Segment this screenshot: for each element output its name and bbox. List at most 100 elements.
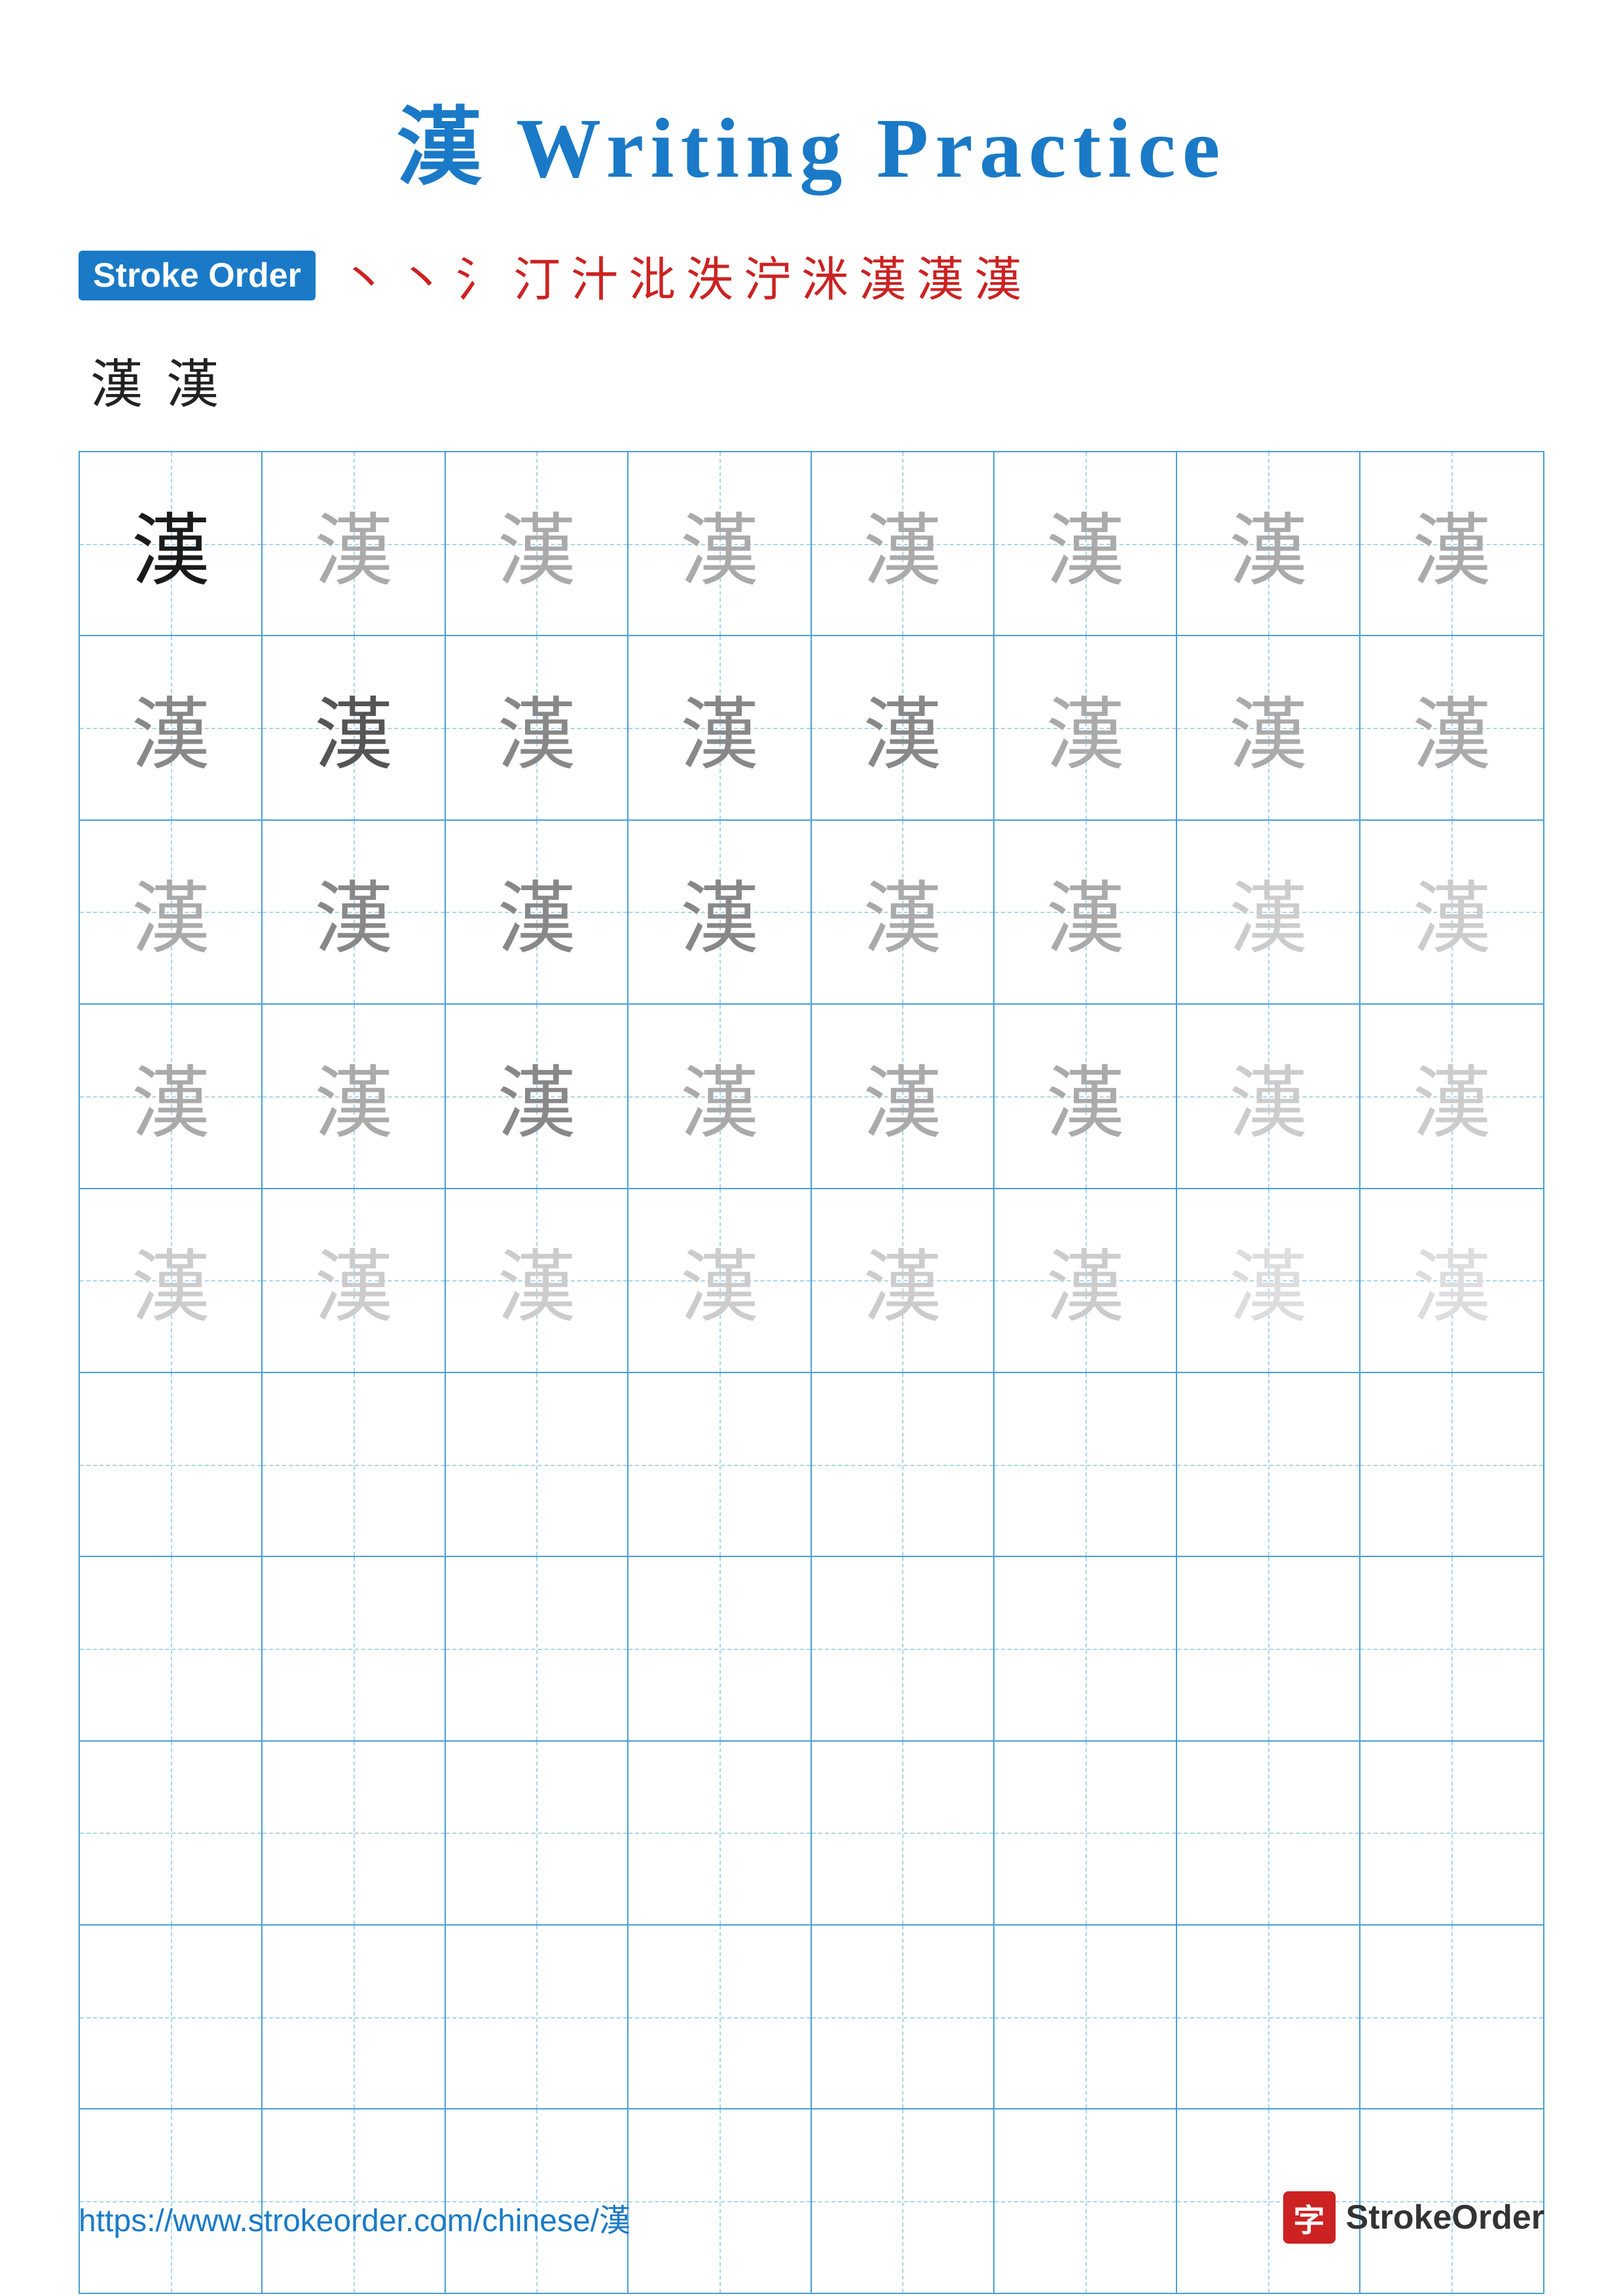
grid-cell-4-4[interactable]: 漢: [629, 1005, 811, 1187]
stroke-order-section: Stroke Order 丶 丶 氵 汀 汁 沘 泆 泞 洣 漢 漢 漢: [79, 241, 1544, 310]
char-display: 漢: [497, 671, 575, 785]
grid-cell-5-1[interactable]: 漢: [80, 1189, 263, 1372]
char-display: 漢: [497, 1223, 575, 1337]
grid-cell-9-7[interactable]: [1177, 1926, 1360, 2108]
grid-cell-8-8[interactable]: [1360, 1742, 1543, 1924]
char-display: 漢: [132, 487, 210, 601]
grid-cell-5-6[interactable]: 漢: [994, 1189, 1177, 1372]
grid-cell-3-1[interactable]: 漢: [80, 821, 263, 1003]
grid-cell-7-2[interactable]: [263, 1557, 445, 1740]
grid-cell-4-7[interactable]: 漢: [1177, 1005, 1360, 1187]
grid-cell-6-3[interactable]: [446, 1373, 629, 1556]
grid-cell-7-6[interactable]: [994, 1557, 1177, 1740]
grid-cell-8-1[interactable]: [80, 1742, 263, 1924]
grid-cell-7-5[interactable]: [812, 1557, 994, 1740]
char-display: 漢: [1229, 855, 1307, 969]
grid-cell-9-1[interactable]: [80, 1926, 263, 2108]
grid-cell-4-1[interactable]: 漢: [80, 1005, 263, 1187]
grid-cell-2-8[interactable]: 漢: [1360, 636, 1543, 819]
grid-cell-4-8[interactable]: 漢: [1360, 1005, 1543, 1187]
preview-chars: 漢 漢: [85, 342, 1544, 418]
grid-cell-8-5[interactable]: [812, 1742, 994, 1924]
grid-cell-5-2[interactable]: 漢: [263, 1189, 445, 1372]
grid-cell-6-4[interactable]: [629, 1373, 811, 1556]
grid-cell-6-8[interactable]: [1360, 1373, 1543, 1556]
grid-cell-8-3[interactable]: [446, 1742, 629, 1924]
grid-cell-1-3[interactable]: 漢: [446, 452, 629, 635]
grid-cell-2-5[interactable]: 漢: [812, 636, 994, 819]
grid-cell-3-8[interactable]: 漢: [1360, 821, 1543, 1003]
title-section: 漢 Writing Practice: [79, 79, 1544, 202]
grid-cell-9-6[interactable]: [994, 1926, 1177, 2108]
char-display: 漢: [1046, 855, 1125, 969]
char-display: 漢: [1229, 671, 1307, 785]
strokeorder-icon: 字: [1283, 2191, 1336, 2244]
grid-cell-2-2[interactable]: 漢: [263, 636, 445, 819]
grid-cell-3-3[interactable]: 漢: [446, 821, 629, 1003]
grid-cell-5-5[interactable]: 漢: [812, 1189, 994, 1372]
char-display: 漢: [1412, 855, 1491, 969]
grid-cell-7-3[interactable]: [446, 1557, 629, 1740]
grid-cell-6-5[interactable]: [812, 1373, 994, 1556]
grid-cell-7-1[interactable]: [80, 1557, 263, 1740]
grid-cell-8-4[interactable]: [629, 1742, 811, 1924]
grid-cell-5-3[interactable]: 漢: [446, 1189, 629, 1372]
grid-cell-3-6[interactable]: 漢: [994, 821, 1177, 1003]
grid-cell-3-5[interactable]: 漢: [812, 821, 994, 1003]
grid-row-4: 漢 漢 漢 漢 漢 漢 漢 漢: [80, 1005, 1543, 1189]
grid-cell-9-4[interactable]: [629, 1926, 811, 2108]
grid-cell-3-2[interactable]: 漢: [263, 821, 445, 1003]
page: 漢 Writing Practice Stroke Order 丶 丶 氵 汀 …: [0, 0, 1623, 2296]
grid-cell-9-3[interactable]: [446, 1926, 629, 2108]
grid-cell-1-4[interactable]: 漢: [629, 452, 811, 635]
page-title: 漢 Writing Practice: [79, 79, 1544, 202]
char-display: 漢: [680, 1223, 759, 1337]
char-display: 漢: [314, 671, 393, 785]
char-display: 漢: [1412, 487, 1491, 601]
grid-cell-4-2[interactable]: 漢: [263, 1005, 445, 1187]
grid-cell-1-7[interactable]: 漢: [1177, 452, 1360, 635]
grid-cell-8-6[interactable]: [994, 1742, 1177, 1924]
grid-cell-5-4[interactable]: 漢: [629, 1189, 811, 1372]
grid-cell-2-4[interactable]: 漢: [629, 636, 811, 819]
stroke-3: 氵: [456, 241, 503, 310]
grid-cell-8-2[interactable]: [263, 1742, 445, 1924]
grid-cell-1-5[interactable]: 漢: [812, 452, 994, 635]
char-display: 漢: [863, 671, 941, 785]
char-display: 漢: [863, 1039, 941, 1153]
grid-cell-4-6[interactable]: 漢: [994, 1005, 1177, 1187]
grid-cell-1-6[interactable]: 漢: [994, 452, 1177, 635]
grid-cell-6-7[interactable]: [1177, 1373, 1360, 1556]
grid-cell-1-8[interactable]: 漢: [1360, 452, 1543, 635]
footer-url[interactable]: https://www.strokeorder.com/chinese/漢: [79, 2195, 630, 2240]
grid-cell-1-2[interactable]: 漢: [263, 452, 445, 635]
char-display: 漢: [1229, 1223, 1307, 1337]
char-display: 漢: [863, 855, 941, 969]
grid-cell-5-7[interactable]: 漢: [1177, 1189, 1360, 1372]
grid-cell-7-7[interactable]: [1177, 1557, 1360, 1740]
stroke-12: 漢: [974, 241, 1021, 310]
grid-cell-2-3[interactable]: 漢: [446, 636, 629, 819]
grid-cell-9-8[interactable]: [1360, 1926, 1543, 2108]
char-display: 漢: [497, 1039, 575, 1153]
char-display: 漢: [1046, 1223, 1125, 1337]
char-display: 漢: [1412, 671, 1491, 785]
grid-cell-8-7[interactable]: [1177, 1742, 1360, 1924]
grid-cell-4-5[interactable]: 漢: [812, 1005, 994, 1187]
grid-cell-4-3[interactable]: 漢: [446, 1005, 629, 1187]
grid-cell-2-7[interactable]: 漢: [1177, 636, 1360, 819]
grid-cell-9-2[interactable]: [263, 1926, 445, 2108]
grid-cell-6-1[interactable]: [80, 1373, 263, 1556]
grid-cell-3-7[interactable]: 漢: [1177, 821, 1360, 1003]
grid-cell-6-6[interactable]: [994, 1373, 1177, 1556]
grid-cell-7-4[interactable]: [629, 1557, 811, 1740]
grid-cell-2-1[interactable]: 漢: [80, 636, 263, 819]
stroke-10: 漢: [859, 241, 906, 310]
grid-cell-2-6[interactable]: 漢: [994, 636, 1177, 819]
grid-cell-3-4[interactable]: 漢: [629, 821, 811, 1003]
grid-cell-9-5[interactable]: [812, 1926, 994, 2108]
grid-cell-6-2[interactable]: [263, 1373, 445, 1556]
grid-cell-1-1[interactable]: 漢: [80, 452, 263, 635]
grid-cell-7-8[interactable]: [1360, 1557, 1543, 1740]
grid-cell-5-8[interactable]: 漢: [1360, 1189, 1543, 1372]
